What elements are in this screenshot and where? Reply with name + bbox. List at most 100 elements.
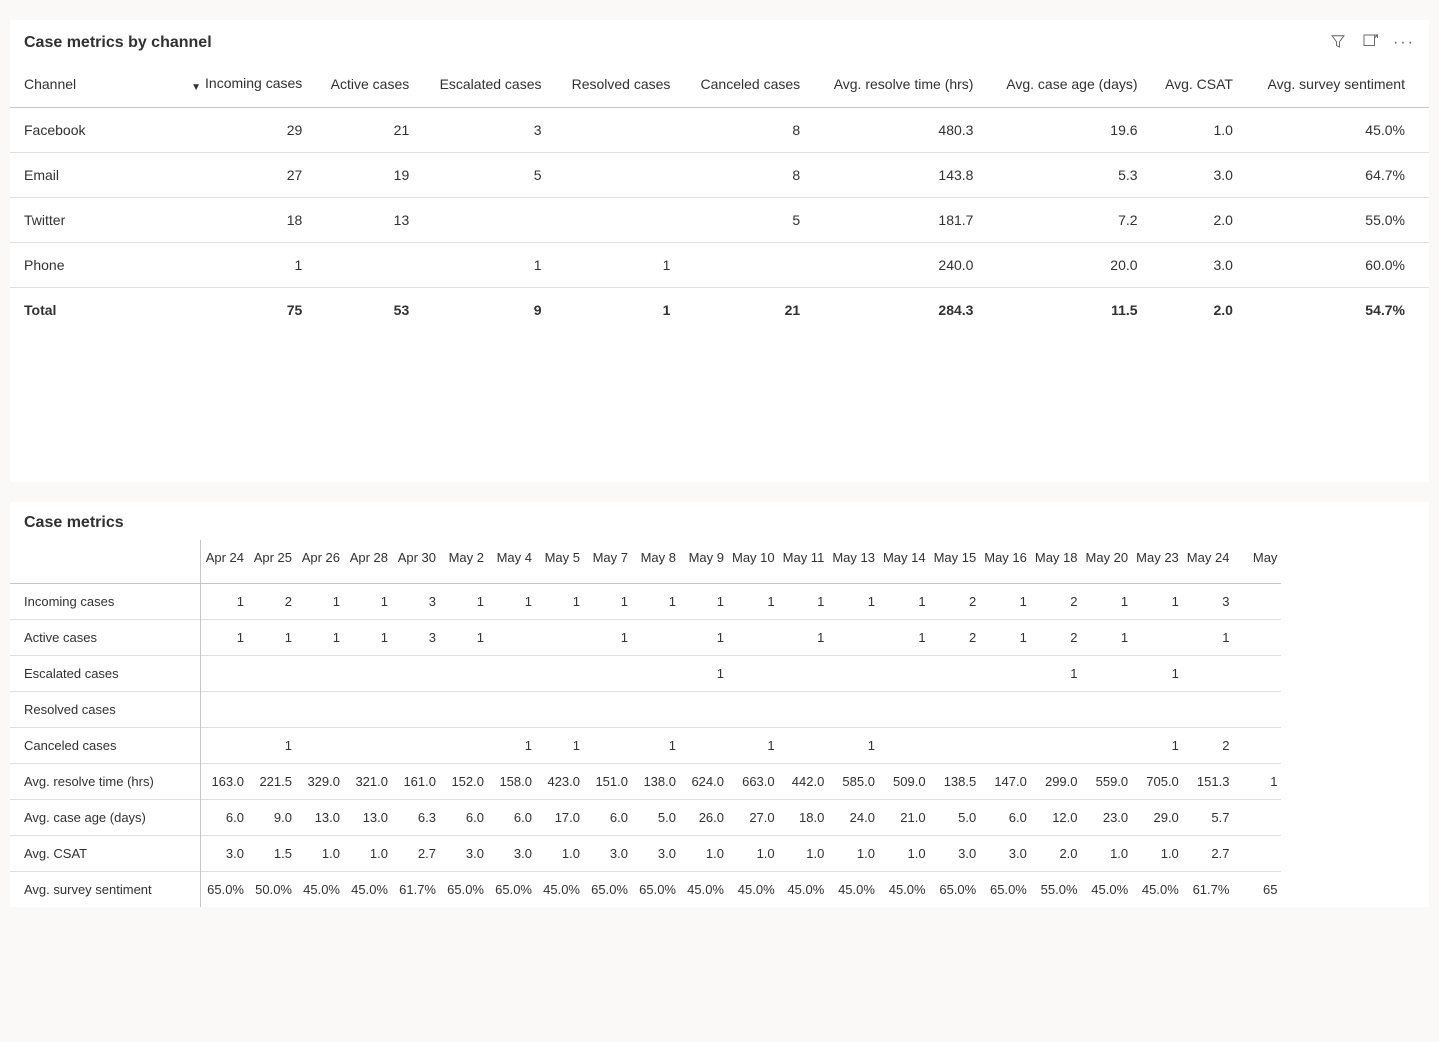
focus-mode-icon[interactable] bbox=[1361, 32, 1379, 53]
date-column-header[interactable]: May 18 bbox=[1031, 540, 1082, 584]
date-column-header[interactable]: May 2 bbox=[440, 540, 488, 584]
column-header[interactable]: Canceled cases bbox=[680, 61, 810, 108]
metric-row-header[interactable]: Canceled cases bbox=[10, 728, 200, 764]
table-cell bbox=[536, 620, 584, 656]
table-cell bbox=[728, 692, 779, 728]
date-column-header[interactable]: May 8 bbox=[632, 540, 680, 584]
date-column-header[interactable]: Apr 25 bbox=[248, 540, 296, 584]
column-header-label: Active cases bbox=[331, 76, 410, 92]
table-cell: 6.0 bbox=[584, 800, 632, 836]
table-cell: 29 bbox=[170, 108, 312, 153]
table-cell: 18 bbox=[170, 198, 312, 243]
table-row[interactable]: Facebook292138480.319.61.045.0% bbox=[10, 108, 1429, 153]
table-cell: 45.0% bbox=[680, 872, 728, 908]
date-column-header[interactable]: May 23 bbox=[1132, 540, 1183, 584]
date-column-header[interactable]: May 10 bbox=[728, 540, 779, 584]
date-column-header[interactable]: May 14 bbox=[879, 540, 930, 584]
date-column-header[interactable]: Apr 24 bbox=[200, 540, 248, 584]
table-cell bbox=[344, 728, 392, 764]
table-cell bbox=[1082, 656, 1133, 692]
date-column-header[interactable]: Apr 28 bbox=[344, 540, 392, 584]
date-column-header[interactable]: May 24 bbox=[1183, 540, 1234, 584]
metric-row-header[interactable]: Incoming cases bbox=[10, 584, 200, 620]
metric-row-header[interactable]: Resolved cases bbox=[10, 692, 200, 728]
table-cell: 2 bbox=[1031, 584, 1082, 620]
table-cell bbox=[930, 728, 981, 764]
column-header[interactable]: Avg. case age (days) bbox=[983, 61, 1147, 108]
date-column-header[interactable]: May 4 bbox=[488, 540, 536, 584]
table-cell: 705.0 bbox=[1132, 764, 1183, 800]
date-column-header[interactable]: May 20 bbox=[1082, 540, 1133, 584]
table-row: Avg. CSAT3.01.51.01.02.73.03.01.03.03.01… bbox=[10, 836, 1281, 872]
table-cell bbox=[536, 656, 584, 692]
more-options-icon[interactable]: ··· bbox=[1393, 34, 1415, 52]
column-header[interactable]: Escalated cases bbox=[419, 61, 551, 108]
date-column-header[interactable]: May 9 bbox=[680, 540, 728, 584]
filter-icon[interactable] bbox=[1329, 32, 1347, 53]
column-header[interactable]: Avg. resolve time (hrs) bbox=[810, 61, 983, 108]
table-cell: 1 bbox=[980, 620, 1031, 656]
table-cell: 152.0 bbox=[440, 764, 488, 800]
table-cell bbox=[728, 620, 779, 656]
table-cell: 45.0% bbox=[1243, 108, 1429, 153]
column-header[interactable]: Avg. CSAT bbox=[1148, 61, 1243, 108]
table-row[interactable]: Twitter18135181.77.22.055.0% bbox=[10, 198, 1429, 243]
table-cell bbox=[1233, 728, 1281, 764]
metric-row-header[interactable]: Avg. survey sentiment bbox=[10, 872, 200, 908]
metric-row-header[interactable]: Avg. CSAT bbox=[10, 836, 200, 872]
table-cell bbox=[632, 692, 680, 728]
table-cell: 1 bbox=[879, 620, 930, 656]
table-cell: 65.0% bbox=[980, 872, 1031, 908]
table-cell: 45.0% bbox=[1082, 872, 1133, 908]
table-cell: 1 bbox=[419, 243, 551, 288]
table-cell: 3.0 bbox=[632, 836, 680, 872]
date-matrix-scroll[interactable]: Apr 24Apr 25Apr 26Apr 28Apr 30May 2May 4… bbox=[10, 540, 1429, 907]
table-cell bbox=[584, 692, 632, 728]
table-row[interactable]: Email271958143.85.33.064.7% bbox=[10, 153, 1429, 198]
date-column-header[interactable]: Apr 26 bbox=[296, 540, 344, 584]
date-column-header[interactable]: May 16 bbox=[980, 540, 1031, 584]
date-column-header[interactable]: May bbox=[1233, 540, 1281, 584]
column-header[interactable]: Channel bbox=[10, 61, 170, 108]
panel-title: Case metrics bbox=[24, 514, 124, 532]
table-cell: 65.0% bbox=[440, 872, 488, 908]
table-cell: 45.0% bbox=[296, 872, 344, 908]
table-cell bbox=[632, 620, 680, 656]
date-column-header[interactable]: May 5 bbox=[536, 540, 584, 584]
table-cell: 329.0 bbox=[296, 764, 344, 800]
date-column-header[interactable]: May 11 bbox=[779, 540, 829, 584]
table-cell: 3.0 bbox=[584, 836, 632, 872]
date-column-header[interactable]: May 13 bbox=[828, 540, 879, 584]
table-cell: 151.3 bbox=[1183, 764, 1234, 800]
date-column-header[interactable]: Apr 30 bbox=[392, 540, 440, 584]
row-header-blank bbox=[10, 540, 200, 584]
table-cell: Phone bbox=[10, 243, 170, 288]
table-cell: 663.0 bbox=[728, 764, 779, 800]
metric-row-header[interactable]: Avg. case age (days) bbox=[10, 800, 200, 836]
table-cell: 45.0% bbox=[536, 872, 584, 908]
table-cell: 163.0 bbox=[200, 764, 248, 800]
table-cell bbox=[392, 728, 440, 764]
table-cell: 13.0 bbox=[344, 800, 392, 836]
date-column-header[interactable]: May 15 bbox=[930, 540, 981, 584]
column-header[interactable]: ▼Incoming cases bbox=[170, 61, 312, 108]
table-cell: 1 bbox=[200, 584, 248, 620]
metric-row-header[interactable]: Escalated cases bbox=[10, 656, 200, 692]
column-header[interactable]: Active cases bbox=[312, 61, 419, 108]
total-cell: 75 bbox=[170, 288, 312, 333]
table-cell: 13.0 bbox=[296, 800, 344, 836]
table-cell: 1 bbox=[1132, 728, 1183, 764]
column-header[interactable]: Resolved cases bbox=[552, 61, 681, 108]
table-row: Avg. case age (days)6.09.013.013.06.36.0… bbox=[10, 800, 1281, 836]
column-header[interactable]: Avg. survey sentiment bbox=[1243, 61, 1429, 108]
date-column-header[interactable]: May 7 bbox=[584, 540, 632, 584]
table-cell: 1 bbox=[632, 584, 680, 620]
table-cell: 1 bbox=[779, 584, 829, 620]
table-cell: 9.0 bbox=[248, 800, 296, 836]
table-cell: 50.0% bbox=[248, 872, 296, 908]
metric-row-header[interactable]: Avg. resolve time (hrs) bbox=[10, 764, 200, 800]
table-cell bbox=[344, 692, 392, 728]
table-row[interactable]: Phone111240.020.03.060.0% bbox=[10, 243, 1429, 288]
metric-row-header[interactable]: Active cases bbox=[10, 620, 200, 656]
channel-metrics-table: Channel▼Incoming cases Active cases Escala… bbox=[10, 61, 1429, 332]
